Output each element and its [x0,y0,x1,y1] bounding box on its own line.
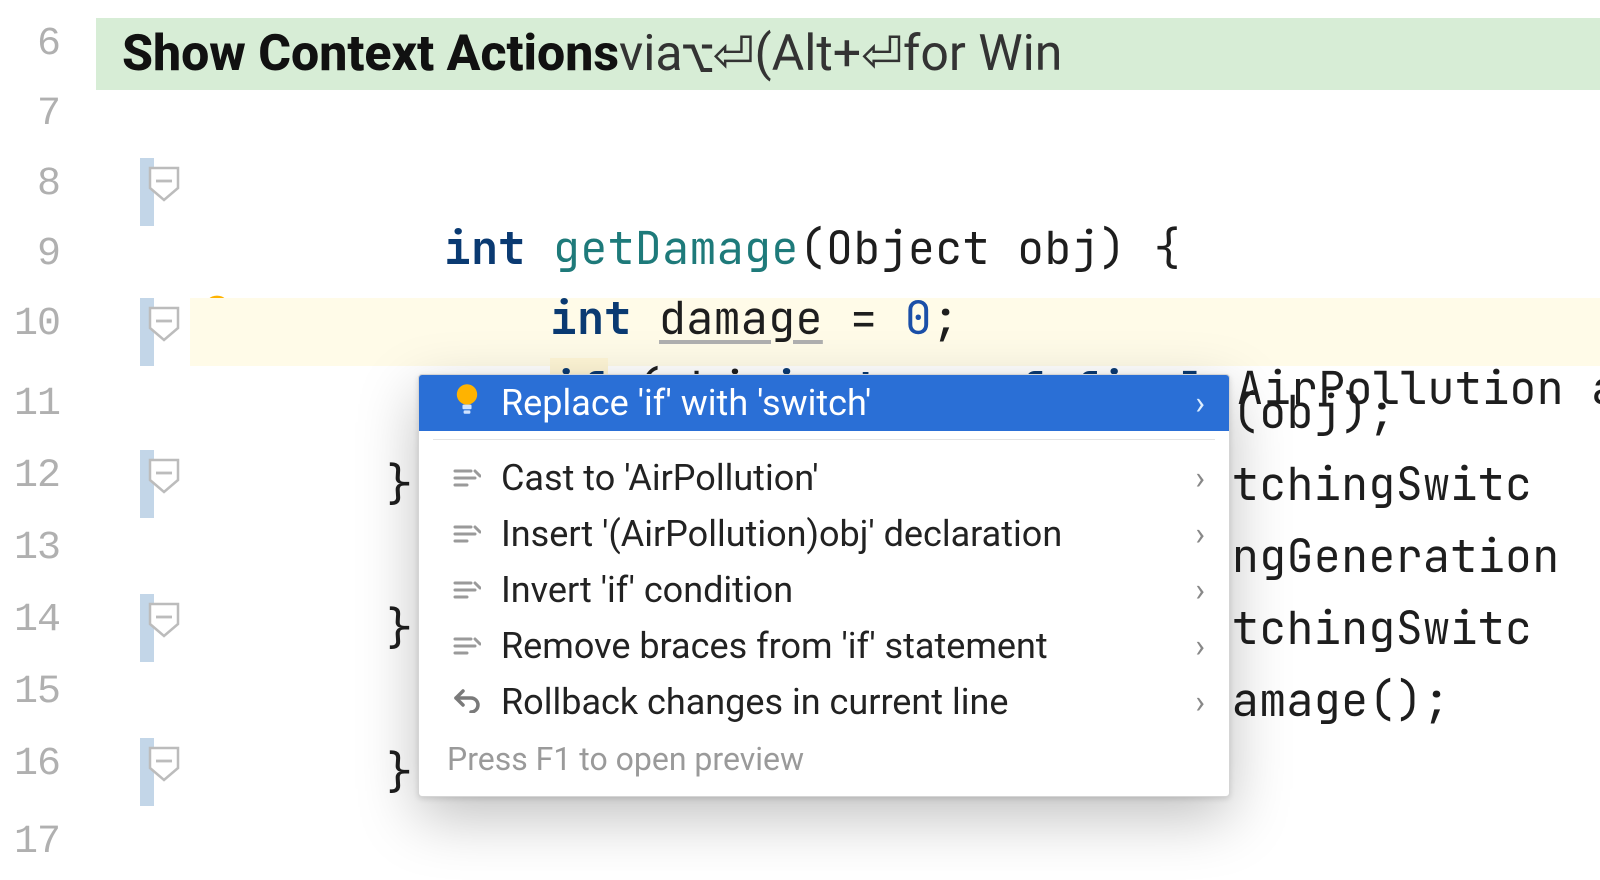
banner-shortcut-win: ⏎ [861,21,903,87]
bulb-icon [447,382,487,424]
popup-item-label: Cast to 'AirPollution' [501,457,819,499]
banner-text: (Alt+ [754,25,861,83]
code-editor: 6 7 8 9 10 11 12 13 14 15 16 17 [0,0,1600,880]
intention-icon [447,515,487,553]
popup-item-label: Insert '(AirPollution)obj' declaration [501,513,1062,555]
chevron-right-icon: › [1195,459,1205,497]
chevron-right-icon: › [1195,571,1205,609]
code-line: damage = -1; [468,816,959,880]
chevron-right-icon: › [1195,384,1205,422]
banner-title: Show Context Actions [122,25,619,83]
line-number: 16 [0,742,60,787]
line-number: 13 [0,526,60,571]
popup-item-label: Rollback changes in current line [501,681,1008,723]
banner-shortcut-mac: ⌥⏎ [683,21,755,87]
fold-toggle-icon[interactable] [148,458,180,494]
popup-item-replace-if-with-switch[interactable]: Replace 'if' with 'switch' › [419,375,1229,431]
hint-banner: Show Context Actions via ⌥⏎ (Alt+ ⏎ for … [96,18,1600,90]
line-number: 7 [0,92,60,137]
fold-toggle-icon[interactable] [148,166,180,202]
popup-item-insert-declaration[interactable]: Insert '(AirPollution)obj' declaration › [419,506,1229,562]
line-number: 14 [0,598,60,643]
line-number: 6 [0,22,60,67]
fold-toggle-icon[interactable] [148,746,180,782]
line-number: 10 [0,302,60,347]
line-number: 12 [0,454,60,499]
code-text: = [796,876,878,880]
chevron-right-icon: › [1195,683,1205,721]
popup-item-rollback-changes[interactable]: Rollback changes in current line › [419,674,1229,730]
popup-item-label: Remove braces from 'if' statement [501,625,1048,667]
line-number: 9 [0,232,60,277]
code-text: ; [932,876,959,880]
context-actions-popup: Replace 'if' with 'switch' › Cast to 'Ai… [418,374,1230,797]
editor-gutter: 6 7 8 9 10 11 12 13 14 15 16 17 [0,0,140,880]
popup-item-label: Invert 'if' condition [501,569,793,611]
intention-icon [447,627,487,665]
intention-icon [447,571,487,609]
popup-separator [433,439,1215,440]
line-number: 15 [0,670,60,715]
variable-name: damage [632,876,796,880]
popup-item-invert-if[interactable]: Invert 'if' condition › [419,562,1229,618]
code-line: } [386,598,413,658]
line-number: 11 [0,382,60,427]
popup-footer-hint: Press F1 to open preview [419,730,1229,796]
code-line: } [386,742,413,802]
popup-item-cast-to-airpollution[interactable]: Cast to 'AirPollution' › [419,450,1229,506]
fold-toggle-icon[interactable] [148,306,180,342]
banner-text: for Win [903,25,1062,83]
intention-icon [447,459,487,497]
undo-icon [447,683,487,721]
line-number: 17 [0,820,60,865]
fold-toggle-icon[interactable] [148,602,180,638]
banner-text: via [619,25,683,83]
line-number: 8 [0,162,60,207]
code-line: } [386,454,413,514]
chevron-right-icon: › [1195,627,1205,665]
popup-item-remove-braces[interactable]: Remove braces from 'if' statement › [419,618,1229,674]
number-literal: -1 [878,876,933,880]
popup-item-label: Replace 'if' with 'switch' [501,382,871,424]
chevron-right-icon: › [1195,515,1205,553]
